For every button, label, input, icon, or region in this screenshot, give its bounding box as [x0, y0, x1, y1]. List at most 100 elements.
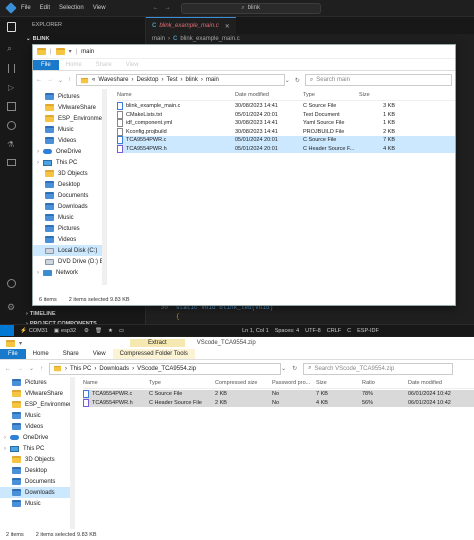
menu-edit[interactable]: Edit [40, 5, 50, 11]
forward-arrow-icon[interactable]: → [17, 366, 23, 372]
col-date[interactable]: Date modified [408, 380, 468, 386]
account-icon[interactable] [7, 279, 16, 288]
file-row[interactable]: blink_example_main.c 30/08/2023 14:41 C So… [117, 102, 455, 111]
close-icon[interactable]: ✕ [225, 23, 230, 30]
nav-item[interactable]: 3D Objects [33, 168, 106, 179]
search-activity-icon[interactable]: ⌕ [7, 43, 24, 54]
nav-item[interactable]: Local Disk (C:) [33, 245, 106, 256]
nav-item[interactable]: Music [0, 410, 75, 421]
ribbon-tab-home[interactable]: Home [26, 349, 56, 359]
nav-item[interactable]: Documents [33, 190, 106, 201]
status-eol[interactable]: CRLF [327, 328, 341, 334]
nav-item[interactable]: VMwareShare [0, 388, 75, 399]
col-name[interactable]: Name [117, 92, 235, 98]
back-arrow-icon[interactable]: ← [36, 77, 42, 83]
nav-item[interactable]: Downloads [0, 487, 75, 498]
nav-item[interactable]: Pictures [33, 223, 106, 234]
col-size[interactable]: Size [316, 380, 362, 386]
command-center-search[interactable]: ⌕ blink [180, 2, 321, 14]
timeline-panel-header[interactable]: › TIMELINE [26, 311, 56, 317]
breadcrumb-file[interactable]: blink_example_main.c [180, 36, 239, 42]
col-type[interactable]: Type [303, 92, 359, 98]
col-type[interactable]: Type [149, 380, 215, 386]
col-ratio[interactable]: Ratio [362, 380, 408, 386]
recent-chevron-icon[interactable]: ⌄ [58, 77, 63, 84]
qat-chevron-icon[interactable]: ▾ [69, 48, 72, 55]
chevron-right-icon[interactable]: › [37, 149, 39, 155]
nav-scrollbar[interactable] [70, 377, 75, 529]
address-dropdown-icon[interactable]: ⌄ [285, 77, 290, 84]
status-encoding[interactable]: UTF-8 [305, 328, 321, 334]
run-debug-icon[interactable]: ▷ [8, 83, 24, 92]
address-dropdown-icon[interactable]: ⌄ [281, 365, 286, 372]
breadcrumb-folder[interactable]: main [152, 36, 165, 42]
tab-blink-example-main[interactable]: C blink_example_main.c ✕ [146, 17, 236, 34]
back-arrow-icon[interactable]: ← [5, 366, 11, 372]
status-spaces[interactable]: Spaces: 4 [275, 328, 299, 334]
up-arrow-icon[interactable]: ↑ [68, 77, 71, 83]
menu-file[interactable]: File [21, 5, 31, 11]
nav-scrollbar[interactable] [102, 89, 106, 285]
remote-icon[interactable] [7, 159, 16, 166]
nav-item[interactable]: ESP_Environmen [33, 113, 106, 124]
file-row[interactable]: TCA9554PWR.c C Source File 2 KB No 7 KB 78% 06… [83, 390, 474, 399]
path-segment[interactable]: Test [167, 77, 178, 83]
status-language[interactable]: C [347, 328, 351, 334]
chevron-right-icon[interactable]: › [37, 160, 39, 166]
col-date[interactable]: Date modified [235, 92, 303, 98]
extensions-icon[interactable] [7, 102, 16, 111]
refresh-icon[interactable]: ↻ [292, 365, 297, 372]
path-segment[interactable]: This PC [70, 366, 91, 372]
col-password[interactable]: Password pro... [272, 380, 316, 386]
nav-item[interactable]: Desktop [0, 465, 75, 476]
ribbon-tab-compressed-tools[interactable]: Compressed Folder Tools [112, 349, 195, 359]
nav-item[interactable]: 3D Objects [0, 454, 75, 465]
ribbon-tab-home[interactable]: Home [59, 60, 89, 70]
path-segment[interactable]: blink [186, 77, 198, 83]
status-target[interactable]: esp32 [61, 328, 76, 334]
nav-item[interactable]: Pictures [33, 91, 106, 102]
path-segment[interactable]: Waveshare [98, 77, 128, 83]
path-segment[interactable]: main [206, 77, 219, 83]
nav-item[interactable]: Music [33, 212, 106, 223]
nav-item[interactable]: Music [33, 124, 106, 135]
search-box[interactable]: ⌕ Search main [304, 74, 452, 86]
nav-item[interactable]: Downloads [33, 201, 106, 212]
chevron-right-icon[interactable]: › [4, 435, 6, 441]
testing-icon[interactable]: ⚗ [7, 140, 24, 149]
nav-item[interactable]: › Network [33, 267, 106, 278]
path-segment[interactable]: Downloads [99, 366, 129, 372]
status-pos[interactable]: Ln 1, Col 1 [242, 328, 269, 334]
context-tab-extract[interactable]: Extract [130, 339, 185, 347]
qat-chevron-icon[interactable]: ▾ [19, 340, 22, 347]
file-row[interactable]: TCA9554PWR.c 05/01/2024 20:01 C Source Fil… [117, 136, 455, 145]
ribbon-tab-view[interactable]: View [86, 349, 113, 359]
nav-item[interactable]: VMwareShare [33, 102, 106, 113]
search-box[interactable]: ⌕ Search VScode_TCA9554.zip [303, 362, 454, 375]
nav-item[interactable]: Videos [0, 421, 75, 432]
file-row[interactable]: idf_component.yml 30/08/2023 14:41 Yaml So… [117, 119, 455, 128]
menu-selection[interactable]: Selection [59, 5, 84, 11]
path-segment[interactable]: Desktop [137, 77, 159, 83]
nav-item[interactable]: Pictures [0, 377, 75, 388]
refresh-icon[interactable]: ↻ [295, 77, 300, 84]
remote-indicator-icon[interactable] [0, 325, 14, 336]
up-arrow-icon[interactable]: ↑ [40, 366, 43, 372]
flash-icon[interactable]: ★ [108, 328, 113, 334]
workspace-header[interactable]: ⌄ BLINK [26, 36, 49, 42]
nav-item[interactable]: Videos [33, 135, 106, 146]
source-control-icon[interactable] [8, 64, 15, 73]
ribbon-tab-view[interactable]: View [119, 60, 146, 70]
menu-view[interactable]: View [93, 5, 106, 11]
forward-arrow-icon[interactable]: → [47, 77, 53, 83]
nav-back-icon[interactable]: ← [153, 5, 159, 11]
nav-item[interactable]: DVD Drive (D:) E [33, 256, 106, 267]
col-size[interactable]: Size [359, 92, 395, 98]
chevron-right-icon[interactable]: › [37, 270, 39, 276]
ribbon-tab-share[interactable]: Share [89, 60, 119, 70]
gear-icon[interactable]: ⚙ [84, 328, 89, 334]
recent-chevron-icon[interactable]: ⌄ [29, 365, 34, 372]
status-port[interactable]: COM31 [29, 328, 48, 334]
file-row[interactable]: Kconfig.projbuild 30/08/2023 14:41 PROJBUI… [117, 127, 455, 137]
file-row[interactable]: TCA9554PWR.h C Header Source File 2 KB No 4 … [83, 398, 474, 407]
